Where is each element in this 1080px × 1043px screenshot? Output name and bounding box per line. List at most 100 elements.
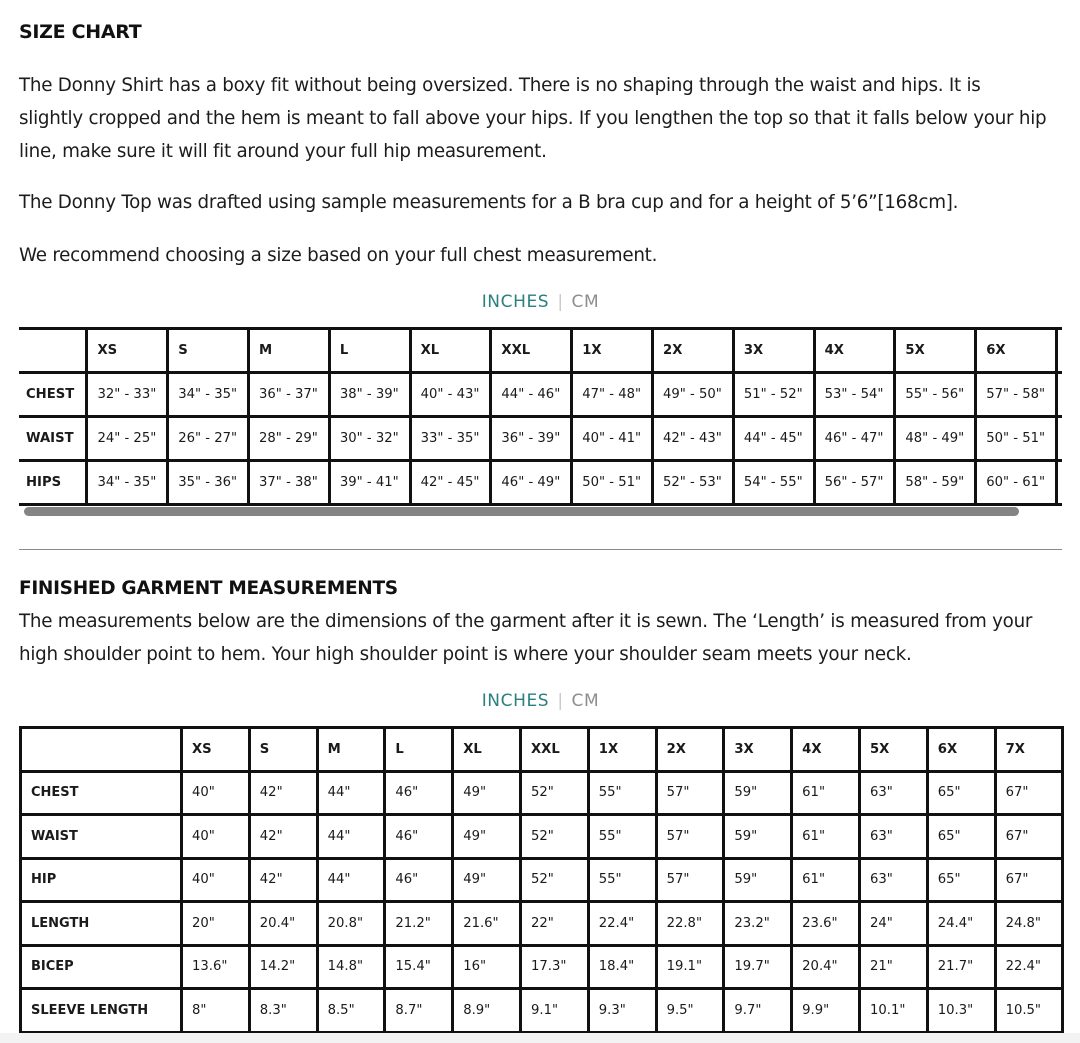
size-header-cell: XL: [408, 327, 493, 374]
measurement-cell: 21": [857, 943, 929, 990]
measurement-cell: 60" - 61": [974, 459, 1058, 506]
measurement-cell: 9.9": [790, 987, 861, 1034]
measurement-cell: 22": [518, 900, 590, 947]
measurement-cell: 9.7": [722, 987, 794, 1034]
measurement-cell: 51" - 52": [731, 371, 816, 418]
measurement-cell: 35" - 36": [166, 459, 251, 506]
size-header-cell: S: [247, 726, 319, 773]
measurement-cell: 36" - 39": [489, 415, 574, 462]
measurement-cell: 63": [857, 813, 929, 860]
corner-cell: [19, 726, 183, 773]
measurement-cell: 18.4": [586, 943, 658, 990]
finished-description-line: high shoulder point to hem. Your high sh…: [19, 644, 912, 665]
measurement-cell: 62" -: [1055, 459, 1062, 506]
measurement-cell: 52" - 53": [651, 459, 735, 506]
measurement-cell: 34" - 35": [85, 459, 170, 506]
size-header-cell: L: [383, 726, 455, 773]
fit-description-line: The Donny Shirt has a boxy fit without b…: [19, 75, 981, 96]
size-header-cell: 5X: [893, 327, 978, 374]
table-row: WAIST 40" 42" 44" 46" 49" 52" 55" 57" 59" 61" 63" 65…: [19, 813, 1065, 860]
row-label: CHEST: [19, 371, 89, 418]
measurement-cell: 36" - 37": [247, 371, 331, 418]
measurement-cell: 55" - 56": [893, 371, 978, 418]
measurement-cell: 24.4": [925, 900, 997, 947]
measurement-cell: 10.3": [925, 987, 997, 1034]
table-row: CHEST 40" 42" 44" 46" 49" 52" 55" 57" 59" 61" 63" 65…: [19, 769, 1065, 816]
measurement-cell: 30" - 32": [327, 415, 412, 462]
measurement-cell: 65": [925, 769, 997, 816]
measurement-cell: 21.6": [451, 900, 522, 947]
measurement-cell: 50" - 51": [974, 415, 1058, 462]
table-row: HIP 40" 42" 44" 46" 49" 52" 55" 57" 59" 61" 63" 65" 6…: [19, 856, 1065, 903]
measurement-cell: 61": [790, 856, 861, 903]
table-row: HIPS 34" - 35" 35" - 36" 37" - 38" 39" - 41"…: [19, 459, 1062, 506]
finished-measurements-heading: FINISHED GARMENT MEASUREMENTS: [19, 578, 398, 599]
size-header-cell: L: [327, 327, 412, 374]
fit-description: The Donny Shirt has a boxy fit without b…: [19, 69, 1047, 168]
table-header-row: XSSMLXLXXL1X2X3X4X5X6X7X: [19, 327, 1062, 374]
measurement-cell: 21.7": [925, 943, 997, 990]
measurement-cell: 8.5": [315, 987, 387, 1034]
drafting-note: The Donny Top was drafted using sample m…: [19, 192, 959, 213]
measurement-cell: 52": [518, 856, 590, 903]
size-header-cell: 6X: [925, 726, 997, 773]
measurement-cell: 8.9": [451, 987, 522, 1034]
measurement-cell: 42" - 43": [651, 415, 735, 462]
measurement-cell: 53" - 54": [812, 371, 897, 418]
unit-cm-tab[interactable]: CM: [572, 292, 600, 312]
size-header-cell: 3X: [731, 327, 816, 374]
scrollbar-thumb[interactable]: [24, 507, 1019, 516]
measurement-cell: 42": [247, 856, 319, 903]
measurement-cell: 8.3": [247, 987, 319, 1034]
unit-inches-tab[interactable]: INCHES: [482, 691, 550, 711]
table-row: LENGTH 20" 20.4" 20.8" 21.2" 21.6" 22" 22.4" 22.…: [19, 900, 1065, 947]
measurement-cell: 48" - 49": [893, 415, 978, 462]
measurement-cell: 37" - 38": [247, 459, 331, 506]
measurement-cell: 10.1": [857, 987, 929, 1034]
measurement-cell: 14.8": [315, 943, 387, 990]
measurement-cell: 50" - 51": [570, 459, 655, 506]
measurement-cell: 20.4": [790, 943, 861, 990]
measurement-cell: 8": [180, 987, 251, 1034]
table-header-row: XSSMLXLXXL1X2X3X4X5X6X7X: [19, 726, 1065, 773]
measurement-cell: 46" - 49": [489, 459, 574, 506]
measurement-cell: 44" - 45": [731, 415, 816, 462]
section-divider: [19, 549, 1062, 550]
size-header-cell: 5X: [857, 726, 929, 773]
size-header-cell: 1X: [586, 726, 658, 773]
measurement-cell: 10.5": [993, 987, 1065, 1034]
measurement-cell: 59": [722, 856, 794, 903]
measurement-cell: 9.1": [518, 987, 590, 1034]
measurement-cell: 20.8": [315, 900, 387, 947]
table-row: CHEST 32" - 33" 34" - 35" 36" - 37" 38" - 39…: [19, 371, 1062, 418]
size-header-cell: M: [315, 726, 387, 773]
table-row: BICEP 13.6" 14.2" 14.8" 15.4" 16" 17.3" 18.4" 19…: [19, 943, 1065, 990]
measurement-cell: 49": [451, 813, 522, 860]
measurement-cell: 49": [451, 856, 522, 903]
measurement-cell: 40": [180, 769, 251, 816]
row-label: CHEST: [19, 769, 183, 816]
row-label: LENGTH: [19, 900, 183, 947]
measurement-cell: 13.6": [180, 943, 251, 990]
measurement-cell: 22.4": [586, 900, 658, 947]
measurement-cell: 46": [383, 856, 455, 903]
measurement-cell: 67": [993, 769, 1065, 816]
unit-inches-tab[interactable]: INCHES: [482, 292, 550, 312]
unit-cm-tab[interactable]: CM: [572, 691, 600, 711]
measurement-cell: 59": [722, 813, 794, 860]
measurement-cell: 65": [925, 856, 997, 903]
measurement-cell: 9.5": [654, 987, 726, 1034]
finished-measurements-table-wrap: XS S M L XL XXL 1X 2X 3X 4X 5X 6X 7X CHEST 40" 42" 44" 46…: [19, 726, 1065, 1034]
size-header-cell: 7X: [1055, 327, 1062, 374]
finished-measurements-table: XS S M L XL XXL 1X 2X 3X 4X 5X 6X 7X CHEST 40" 42" 44" 46…: [19, 726, 1065, 1034]
measurement-cell: 65": [925, 813, 997, 860]
row-label: HIPS: [19, 459, 89, 506]
measurement-cell: 39" - 41": [327, 459, 412, 506]
horizontal-scrollbar[interactable]: [24, 507, 1024, 517]
fit-description-line: line, make sure it will fit around your …: [19, 141, 547, 162]
measurement-cell: 22.4": [993, 943, 1065, 990]
measurement-cell: 46": [383, 813, 455, 860]
size-chart-table-scroller[interactable]: XSSMLXLXXL1X2X3X4X5X6X7X CHEST32" - 33"3…: [19, 327, 1062, 523]
size-chart-heading: SIZE CHART: [19, 21, 142, 43]
size-chart-table: XSSMLXLXXL1X2X3X4X5X6X7X CHEST32" - 33"3…: [19, 327, 1062, 506]
